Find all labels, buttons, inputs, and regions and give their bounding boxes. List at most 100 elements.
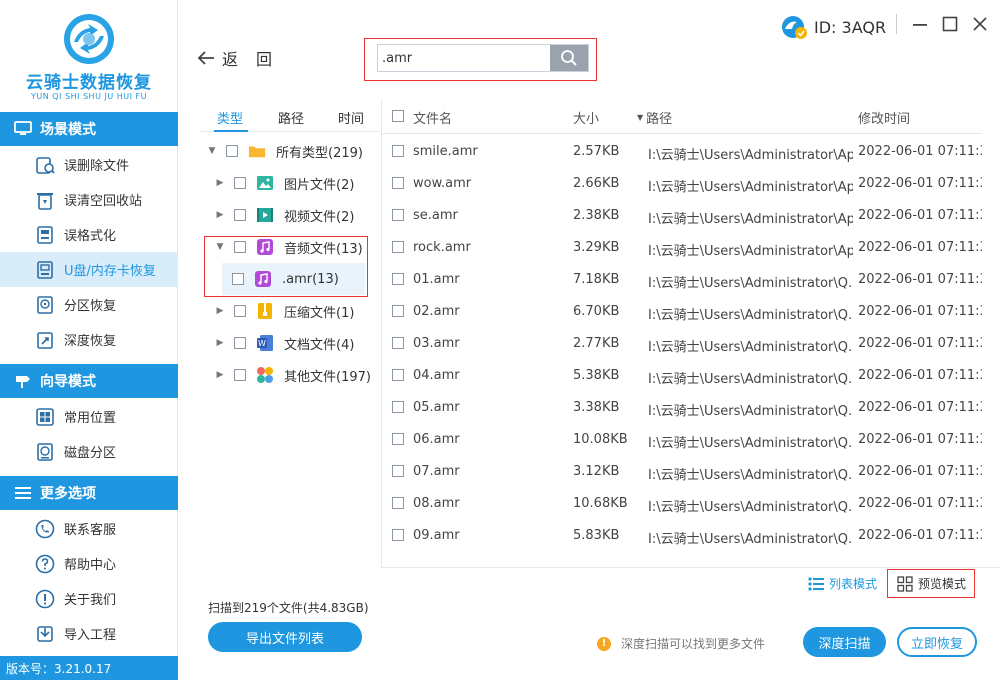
checkbox[interactable]: [392, 337, 404, 349]
export-file-list-button[interactable]: 导出文件列表: [208, 622, 362, 652]
checkbox[interactable]: [234, 209, 246, 221]
tree-node-others[interactable]: ▶ 其他文件(197): [200, 359, 375, 391]
nav-item-label: 导入工程: [64, 628, 117, 643]
divider: [896, 14, 897, 34]
recycle-bin-icon: [34, 189, 56, 211]
cell-name: 02.amr: [413, 304, 460, 319]
checkbox[interactable]: [392, 209, 404, 221]
expand-arrow-icon[interactable]: ▶: [214, 177, 226, 189]
nav-item-deleted-files[interactable]: 误删除文件: [0, 147, 178, 182]
collapse-arrow-icon[interactable]: ▼: [206, 145, 218, 157]
checkbox[interactable]: [234, 337, 246, 349]
cell-modified: 2022-06-01 07:11:36: [858, 368, 982, 383]
nav-item-contact-support[interactable]: 联系客服: [0, 511, 178, 546]
expand-arrow-icon[interactable]: ▶: [214, 337, 226, 349]
back-button[interactable]: 返 回: [196, 46, 272, 70]
cloud-knight-logo-icon: [64, 14, 114, 64]
column-header-modified[interactable]: 修改时间: [858, 108, 910, 127]
tree-node-amr[interactable]: .amr(13): [222, 263, 365, 295]
checkbox[interactable]: [392, 433, 404, 445]
deep-recover-icon: [34, 329, 56, 351]
checkbox[interactable]: [232, 273, 244, 285]
checkbox[interactable]: [392, 529, 404, 541]
maximize-button[interactable]: [941, 14, 959, 34]
tree-node-images[interactable]: ▶ 图片文件(2): [200, 167, 375, 199]
checkbox[interactable]: [392, 305, 404, 317]
column-header-name[interactable]: 文件名: [413, 108, 452, 127]
deep-scan-button[interactable]: 深度扫描: [803, 627, 886, 657]
cell-name: 04.amr: [413, 368, 460, 383]
checkbox[interactable]: [226, 145, 238, 157]
column-header-path[interactable]: ▼ 路径: [637, 108, 672, 127]
close-button[interactable]: [971, 14, 989, 34]
expand-arrow-icon[interactable]: ▶: [214, 305, 226, 317]
table-row[interactable]: wow.amr 2.66KB I:\云骑士\Users\Administrator\…: [382, 167, 982, 199]
column-header-size[interactable]: 大小: [573, 108, 599, 127]
table-row[interactable]: 07.amr 3.12KB I:\云骑士\Users\Administrator\Q…: [382, 455, 982, 487]
table-row[interactable]: 03.amr 2.77KB I:\云骑士\Users\Administrator\Q…: [382, 327, 982, 359]
cell-size: 10.08KB: [573, 432, 628, 447]
table-row[interactable]: 02.amr 6.70KB I:\云骑士\Users\Administrator\Q…: [382, 295, 982, 327]
nav-item-recycle-bin[interactable]: 误清空回收站: [0, 182, 178, 217]
table-row[interactable]: 09.amr 5.83KB I:\云骑士\Users\Administrator\Q…: [382, 519, 982, 551]
question-icon: [34, 553, 56, 575]
table-row[interactable]: 01.amr 7.18KB I:\云骑士\Users\Administrator\Q…: [382, 263, 982, 295]
nav-item-partition[interactable]: 分区恢复: [0, 287, 178, 322]
checkbox[interactable]: [234, 369, 246, 381]
nav-item-help-center[interactable]: 帮助中心: [0, 546, 178, 581]
checkbox[interactable]: [392, 273, 404, 285]
cell-modified: 2022-06-01 07:11:36: [858, 272, 982, 287]
checkbox[interactable]: [392, 369, 404, 381]
list-mode-button[interactable]: 列表模式: [808, 575, 877, 592]
table-row[interactable]: smile.amr 2.57KB I:\云骑士\Users\Administrato…: [382, 135, 982, 167]
tree-node-all-types[interactable]: ▼ 所有类型(219): [200, 135, 375, 167]
windows-icon: [34, 406, 56, 428]
checkbox[interactable]: [392, 177, 404, 189]
recover-now-button[interactable]: 立即恢复: [897, 627, 977, 657]
nav-item-import-project[interactable]: 导入工程: [0, 616, 178, 651]
table-row[interactable]: 05.amr 3.38KB I:\云骑士\Users\Administrator\Q…: [382, 391, 982, 423]
tree-node-videos[interactable]: ▶ 视频文件(2): [200, 199, 375, 231]
table-row[interactable]: 04.amr 5.38KB I:\云骑士\Users\Administrator\Q…: [382, 359, 982, 391]
nav-item-label: U盘/内存卡恢复: [64, 264, 156, 279]
nav-item-usb-card[interactable]: U盘/内存卡恢复: [0, 252, 178, 287]
tab-path[interactable]: 路径: [278, 108, 304, 127]
nav-item-about-us[interactable]: 关于我们: [0, 581, 178, 616]
search-input[interactable]: [378, 45, 550, 71]
disk-icon: [34, 441, 56, 463]
checkbox[interactable]: [392, 465, 404, 477]
nav-item-label: 常用位置: [64, 411, 117, 426]
cell-size: 2.57KB: [573, 144, 620, 159]
expand-arrow-icon[interactable]: ▶: [214, 369, 226, 381]
table-row[interactable]: rock.amr 3.29KB I:\云骑士\Users\Administrator…: [382, 231, 982, 263]
checkbox[interactable]: [234, 177, 246, 189]
warning-icon: !: [597, 636, 611, 651]
table-row[interactable]: 06.amr 10.08KB I:\云骑士\Users\Administrator\…: [382, 423, 982, 455]
checkbox[interactable]: [392, 145, 404, 157]
nav-item-deep-recover[interactable]: 深度恢复: [0, 322, 178, 357]
tab-time[interactable]: 时间: [338, 108, 364, 127]
tree-node-archives[interactable]: ▶ 压缩文件(1): [200, 295, 375, 327]
nav-item-disk-partition[interactable]: 磁盘分区: [0, 434, 178, 469]
nav-item-common-locations[interactable]: 常用位置: [0, 399, 178, 434]
table-row[interactable]: 08.amr 10.68KB I:\云骑士\Users\Administrator\…: [382, 487, 982, 519]
table-row[interactable]: se.amr 2.38KB I:\云骑士\Users\Administrator\A…: [382, 199, 982, 231]
checkbox[interactable]: [392, 497, 404, 509]
expand-arrow-icon[interactable]: ▶: [214, 209, 226, 221]
minimize-button[interactable]: [911, 14, 929, 34]
cell-size: 2.38KB: [573, 208, 620, 223]
tree-node-audio[interactable]: ▼ 音频文件(13): [200, 231, 375, 263]
collapse-arrow-icon[interactable]: ▼: [214, 241, 226, 253]
checkbox[interactable]: [392, 241, 404, 253]
checkbox[interactable]: [234, 241, 246, 253]
cell-modified: 2022-06-01 07:11:36: [858, 240, 982, 255]
checkbox[interactable]: [392, 401, 404, 413]
checkbox[interactable]: [234, 305, 246, 317]
tree-node-documents[interactable]: ▶ W 文档文件(4): [200, 327, 375, 359]
nav-item-format[interactable]: 误格式化: [0, 217, 178, 252]
select-all-checkbox[interactable]: [392, 110, 404, 122]
tab-type[interactable]: 类型: [217, 108, 243, 127]
search-box: [377, 44, 589, 72]
preview-mode-button[interactable]: 预览模式: [897, 575, 966, 592]
search-button[interactable]: [550, 45, 588, 71]
